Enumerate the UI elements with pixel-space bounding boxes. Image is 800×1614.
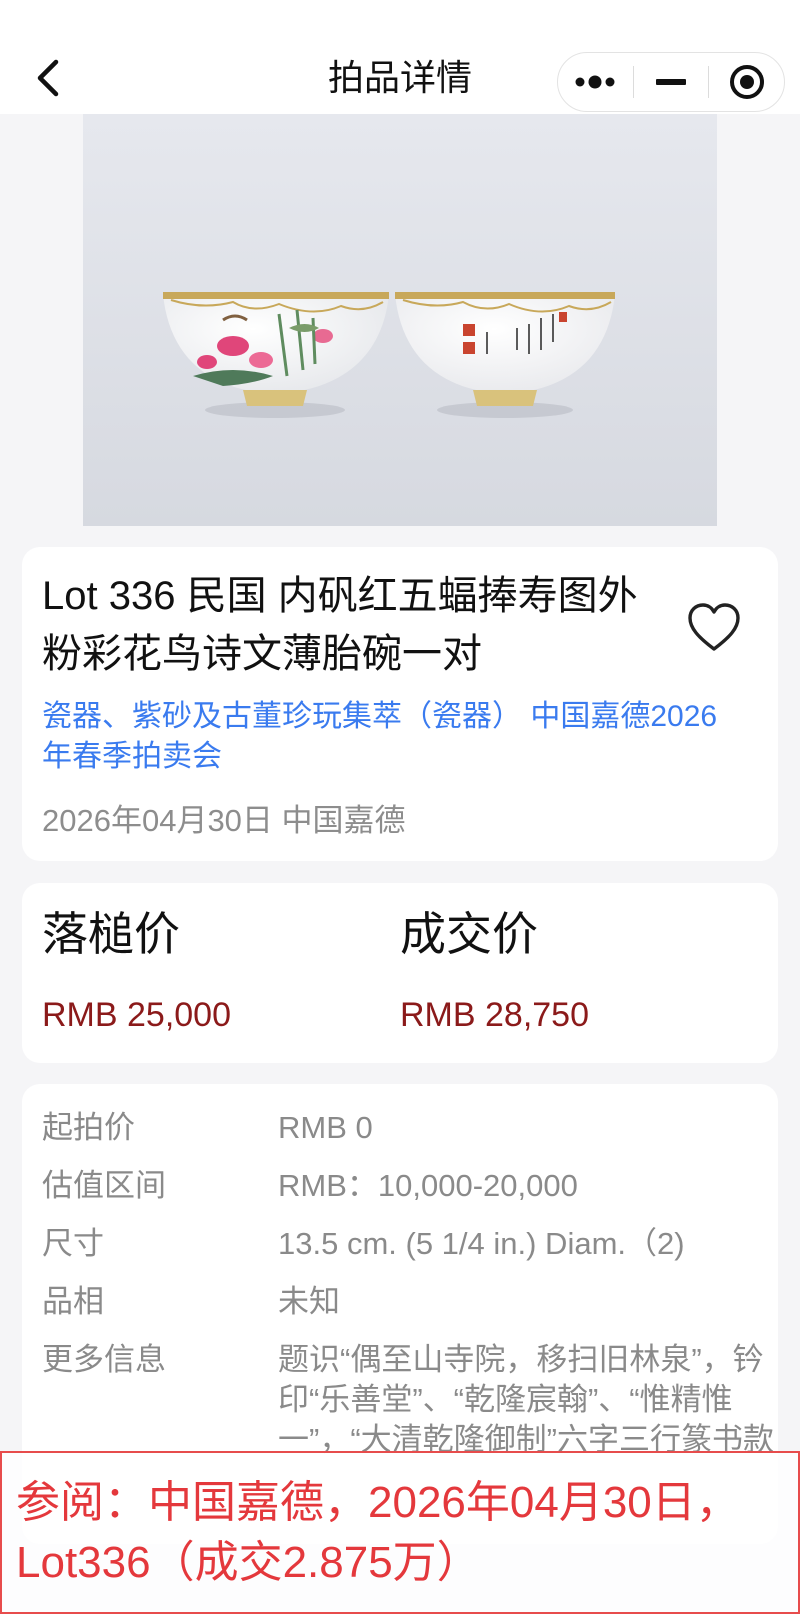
detail-label: 更多信息: [42, 1342, 166, 1377]
hammer-price-label: 落槌价: [42, 908, 180, 960]
more-button[interactable]: [558, 53, 633, 111]
auction-session-link[interactable]: 瓷器、紫砂及古董珍玩集萃（瓷器） 中国嘉德2026年春季拍卖会: [42, 697, 742, 777]
detail-label: 起拍价: [42, 1110, 135, 1145]
more-dots-icon: [575, 75, 615, 89]
detail-value: RMB：10,000-20,000: [278, 1168, 578, 1203]
lot-title: Lot 336 民国 内矾红五蝠捧寿图外粉彩花鸟诗文薄胎碗一对: [42, 574, 638, 676]
auction-date-house: 2026年04月30日 中国嘉德: [42, 803, 406, 838]
detail-label: 品相: [42, 1284, 104, 1319]
deal-price-block: 成交价 RMB 28,750: [400, 903, 589, 1037]
detail-value: RMB 0: [278, 1110, 373, 1145]
porcelain-bowls-photo: [83, 114, 717, 526]
target-circle-icon: [729, 65, 764, 99]
detail-value: 题识“偶至山寺院，移扫旧林泉”，钤印“乐善堂”、“乾隆宸翰”、“惟精惟一”，“大…: [278, 1342, 774, 1457]
minimize-icon: [656, 79, 686, 85]
status-bar-area: [0, 0, 800, 46]
hammer-price-block: 落槌价 RMB 25,000: [42, 903, 231, 1037]
lot-info-card: Lot 336 民国 内矾红五蝠捧寿图外粉彩花鸟诗文薄胎碗一对 瓷器、紫砂及古董…: [22, 547, 778, 861]
back-button[interactable]: [24, 54, 72, 102]
lot-image-carousel[interactable]: [83, 114, 717, 526]
minimize-button[interactable]: [634, 53, 709, 111]
deal-price-label: 成交价: [400, 908, 538, 960]
close-mini-program-button[interactable]: [709, 53, 784, 111]
navigation-bar: 拍品详情: [0, 46, 800, 114]
reference-note-overlay: 参阅：中国嘉德，2026年04月30日，Lot336（成交2.875万）: [0, 1451, 800, 1614]
detail-label: 尺寸: [42, 1226, 104, 1261]
deal-price-value: RMB 28,750: [400, 996, 589, 1034]
heart-outline-icon: [688, 603, 740, 651]
detail-label: 估值区间: [42, 1168, 166, 1203]
mini-program-capsule: [557, 52, 785, 112]
price-card: 落槌价 RMB 25,000 成交价 RMB 28,750: [22, 883, 778, 1063]
detail-value: 未知: [278, 1284, 340, 1319]
detail-value: 13.5 cm. (5 1/4 in.) Diam.（2): [278, 1226, 685, 1261]
chevron-left-icon: [37, 59, 59, 97]
hammer-price-value: RMB 25,000: [42, 996, 231, 1034]
favorite-button[interactable]: [682, 595, 746, 659]
